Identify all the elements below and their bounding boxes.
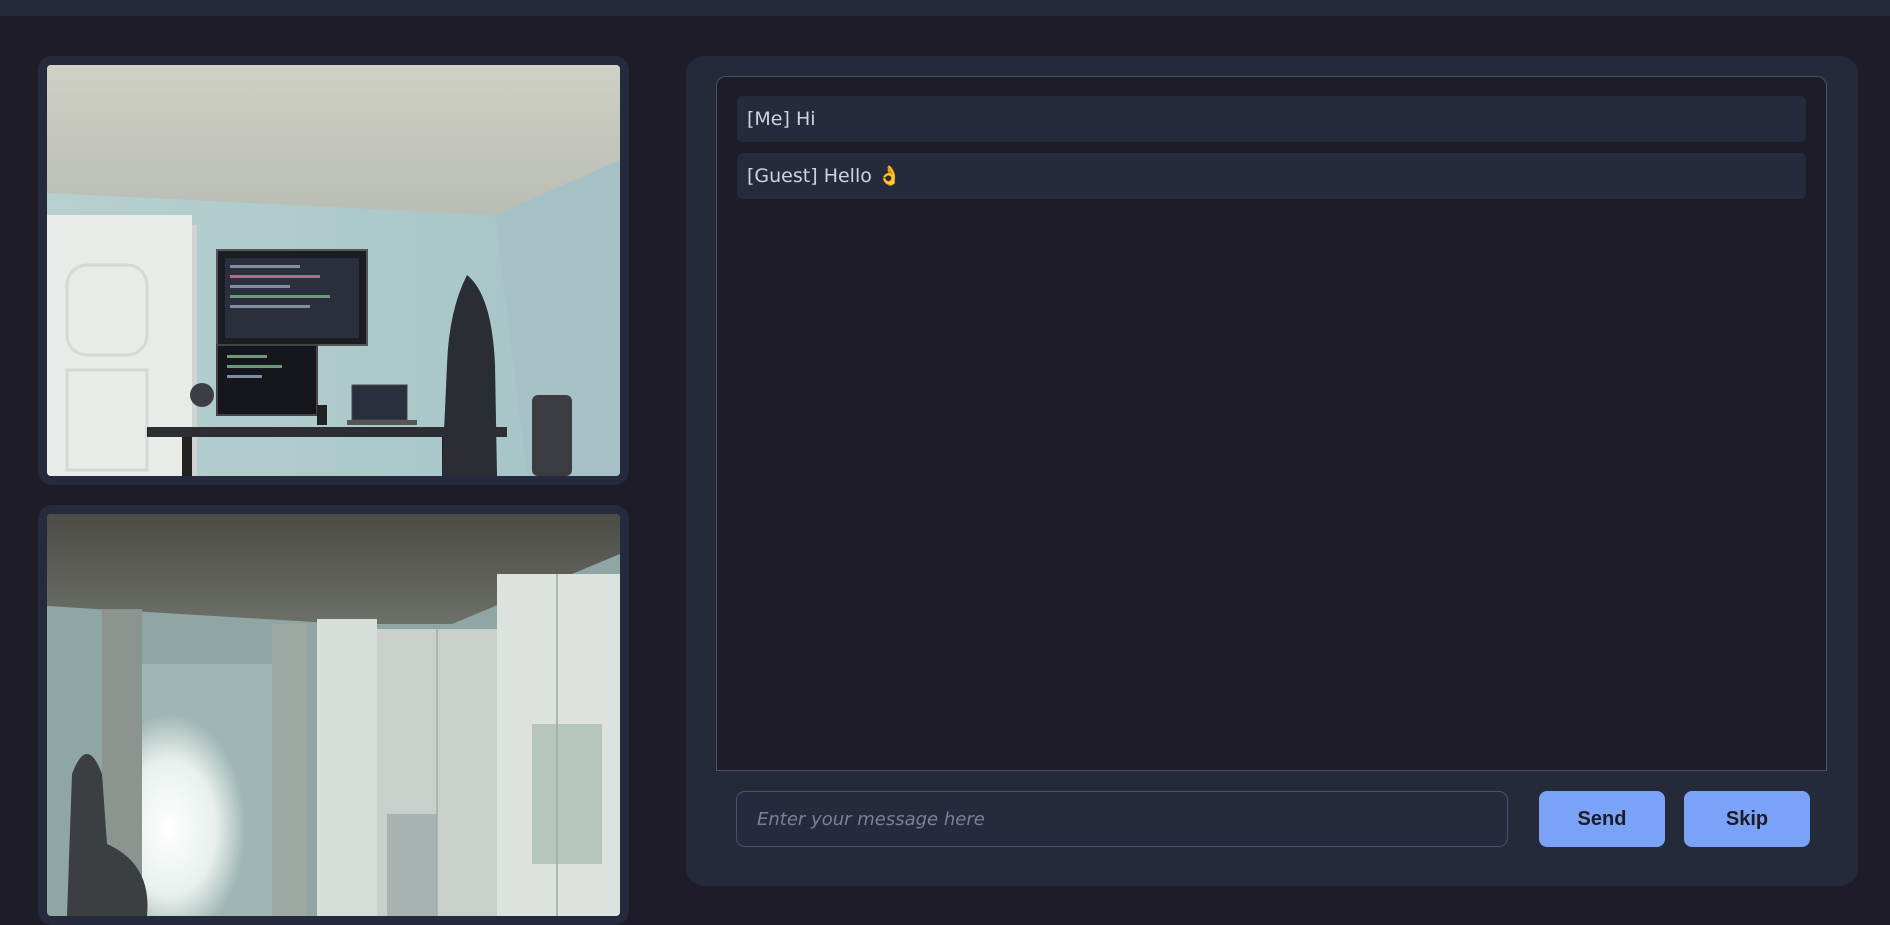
local-video-card <box>38 56 629 485</box>
chat-log: [Me] Hi [Guest] Hello 👌 <box>716 76 1827 771</box>
chat-panel: [Me] Hi [Guest] Hello 👌 Send Skip <box>686 56 1858 886</box>
ok-hand-emoji-icon: 👌 <box>877 165 902 187</box>
remote-video-card <box>38 505 629 925</box>
message-sender: [Guest] <box>747 165 818 187</box>
remote-video-feed <box>47 514 620 916</box>
message-text: Hello <box>823 165 872 187</box>
local-video-feed <box>47 65 620 476</box>
message-text: Hi <box>795 108 816 130</box>
message-input[interactable] <box>736 791 1508 847</box>
skip-button[interactable]: Skip <box>1684 791 1810 847</box>
chat-message: [Guest] Hello 👌 <box>737 153 1806 199</box>
chat-message: [Me] Hi <box>737 96 1806 142</box>
send-button[interactable]: Send <box>1539 791 1665 847</box>
top-bar <box>0 0 1890 16</box>
message-sender: [Me] <box>747 108 790 130</box>
message-input-row: Send Skip <box>736 791 1816 847</box>
